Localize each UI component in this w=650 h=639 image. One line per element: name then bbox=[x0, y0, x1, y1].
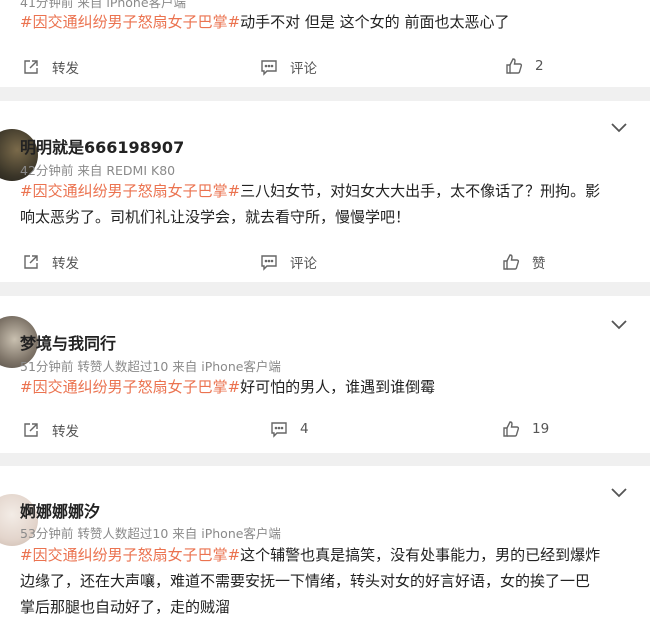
hashtag-link[interactable]: #因交通纠纷男子怒扇女子巴掌# bbox=[20, 13, 240, 31]
comment-button[interactable]: 4 bbox=[270, 420, 309, 438]
post-text: 响太恶劣了。司机们礼让没学会，就去看守所，慢慢学吧！ bbox=[20, 208, 411, 226]
post-card: 婀娜娜娜汐 53分钟前 转赞人数超过10 来自 iPhone客户端 #因交通纠纷… bbox=[0, 466, 650, 639]
repost-icon bbox=[24, 60, 38, 74]
comment-label: 评论 bbox=[290, 256, 317, 272]
post-text: 这个辅警也真是搞笑，没有处事能力，男的已经到爆炸 bbox=[240, 546, 601, 564]
like-button[interactable]: 赞 bbox=[502, 252, 546, 272]
hashtag-link[interactable]: #因交通纠纷男子怒扇女子巴掌# bbox=[20, 182, 240, 200]
repost-icon bbox=[24, 255, 38, 269]
hashtag-link[interactable]: #因交通纠纷男子怒扇女子巴掌# bbox=[20, 378, 240, 396]
like-icon bbox=[503, 421, 520, 437]
like-count: 19 bbox=[532, 421, 550, 437]
repost-icon bbox=[24, 423, 38, 437]
post-meta: 51分钟前 转赞人数超过10 来自 iPhone客户端 bbox=[20, 359, 281, 374]
repost-label: 转发 bbox=[52, 61, 79, 77]
post-text: 动手不对 但是 这个女的 前面也太恶心了 bbox=[240, 13, 510, 31]
comment-count: 4 bbox=[300, 421, 309, 437]
post-content: #因交通纠纷男子怒扇女子巴掌#三八妇女节，对妇女大大出手，太不像话了？刑拘。影 … bbox=[20, 178, 630, 230]
post-card: 41分钟前 来自 iPhone客户端 #因交通纠纷男子怒扇女子巴掌#动手不对 但… bbox=[0, 0, 650, 87]
post-content: #因交通纠纷男子怒扇女子巴掌#好可怕的男人，谁遇到谁倒霉 bbox=[20, 374, 630, 400]
post-text: 三八妇女节，对妇女大大出手，太不像话了？刑拘。影 bbox=[240, 182, 601, 200]
repost-button[interactable]: 转发 bbox=[22, 57, 79, 77]
chevron-down-icon[interactable] bbox=[610, 486, 628, 498]
like-button[interactable]: 2 bbox=[505, 57, 544, 75]
chevron-down-icon[interactable] bbox=[610, 121, 628, 133]
comment-button[interactable]: 评论 bbox=[260, 57, 317, 77]
post-content: #因交通纠纷男子怒扇女子巴掌#这个辅警也真是搞笑，没有处事能力，男的已经到爆炸 … bbox=[20, 542, 630, 620]
like-label: 赞 bbox=[532, 256, 546, 272]
post-content: #因交通纠纷男子怒扇女子巴掌#动手不对 但是 这个女的 前面也太恶心了 bbox=[20, 9, 630, 35]
like-button[interactable]: 19 bbox=[502, 420, 549, 438]
repost-button[interactable]: 转发 bbox=[22, 420, 79, 440]
post-meta: 42分钟前 来自 REDMI K80 bbox=[20, 163, 176, 178]
comment-icon bbox=[261, 60, 277, 76]
post-meta: 53分钟前 转赞人数超过10 来自 iPhone客户端 bbox=[20, 526, 281, 541]
repost-button[interactable]: 转发 bbox=[22, 252, 79, 272]
username[interactable]: 梦境与我同行 bbox=[20, 330, 116, 354]
like-icon bbox=[506, 58, 523, 74]
post-card: 梦境与我同行 51分钟前 转赞人数超过10 来自 iPhone客户端 #因交通纠… bbox=[0, 296, 650, 453]
comment-icon bbox=[261, 255, 277, 271]
comment-button[interactable]: 评论 bbox=[260, 252, 317, 272]
chevron-down-icon[interactable] bbox=[610, 318, 628, 330]
comment-label: 评论 bbox=[290, 61, 317, 77]
post-text: 好可怕的男人，谁遇到谁倒霉 bbox=[240, 378, 436, 396]
repost-label: 转发 bbox=[52, 256, 79, 272]
username[interactable]: 婀娜娜娜汐 bbox=[20, 498, 100, 522]
post-text: 掌后那腿也自动好了，走的贼溜 bbox=[20, 598, 231, 616]
username[interactable]: 明明就是666198907 bbox=[20, 134, 184, 158]
like-count: 2 bbox=[535, 58, 544, 74]
post-text: 边缘了，还在大声嚷，难道不需要安抚一下情绪，转头对女的好言好语，女的挨了一巴 bbox=[20, 572, 591, 590]
hashtag-link[interactable]: #因交通纠纷男子怒扇女子巴掌# bbox=[20, 546, 240, 564]
repost-label: 转发 bbox=[52, 424, 79, 440]
post-card: 明明就是666198907 42分钟前 来自 REDMI K80 #因交通纠纷男… bbox=[0, 101, 650, 282]
comment-icon bbox=[271, 422, 287, 438]
like-icon bbox=[503, 254, 520, 270]
